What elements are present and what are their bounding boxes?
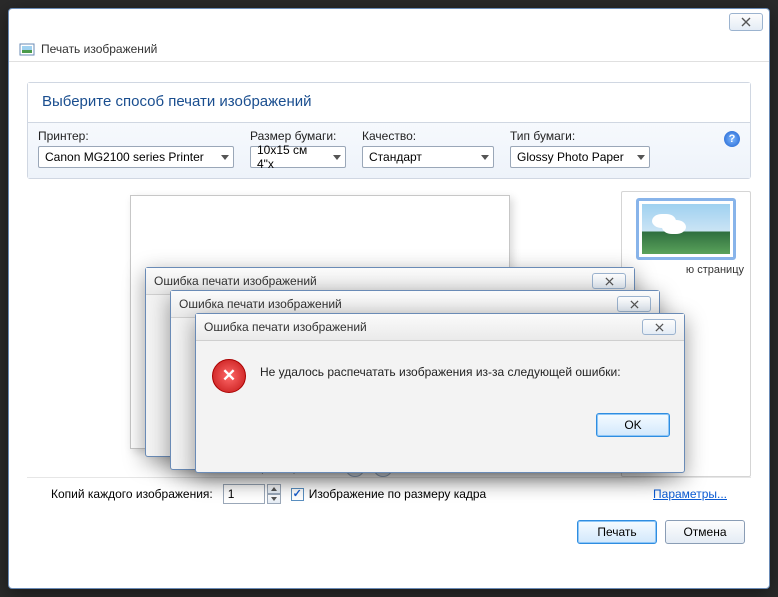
parameters-link[interactable]: Параметры... — [653, 487, 727, 501]
copies-up-button[interactable] — [267, 484, 281, 494]
copies-left: Копий каждого изображения: Изображение п… — [51, 484, 486, 504]
print-button[interactable]: Печать — [577, 520, 657, 544]
fit-frame-checkbox[interactable] — [291, 488, 304, 501]
help-icon[interactable]: ? — [724, 131, 740, 147]
error-dialog-front: Ошибка печати изображений Не удалось рас… — [195, 313, 685, 473]
close-icon — [655, 323, 664, 332]
copies-down-button[interactable] — [267, 494, 281, 504]
error-dialog-titlebar: Ошибка печати изображений — [196, 314, 684, 341]
ok-button-label: OK — [624, 418, 641, 432]
copies-row: Копий каждого изображения: Изображение п… — [27, 477, 751, 510]
error-dialog-ok-button[interactable]: OK — [596, 413, 670, 437]
copies-spin-buttons — [267, 484, 281, 504]
copies-input[interactable] — [223, 484, 265, 504]
printer-dropdown[interactable]: Canon MG2100 series Printer — [38, 146, 234, 168]
quality-label: Качество: — [362, 129, 494, 143]
window-header: Печать изображений — [9, 37, 769, 62]
error-dialog-actions: OK — [196, 403, 684, 451]
paper-type-value: Glossy Photo Paper — [517, 150, 624, 164]
cancel-button-label: Отмена — [683, 525, 726, 539]
window-close-button[interactable] — [729, 13, 763, 31]
paper-size-value: 10x15 см 4"x — [257, 143, 327, 171]
error-dialog-title: Ошибка печати изображений — [179, 297, 342, 311]
chevron-down-icon — [481, 155, 489, 160]
close-icon — [630, 300, 639, 309]
printer-label: Принтер: — [38, 129, 234, 143]
paper-size-label: Размер бумаги: — [250, 129, 346, 143]
landscape-photo-icon — [642, 204, 730, 254]
chevron-down-icon — [637, 155, 645, 160]
print-pictures-icon — [19, 41, 35, 57]
chevron-down-icon — [221, 155, 229, 160]
fit-frame-label: Изображение по размеру кадра — [309, 487, 486, 501]
printer-group: Принтер: Canon MG2100 series Printer — [38, 129, 234, 168]
copies-spinner — [223, 484, 281, 504]
fit-frame-group: Изображение по размеру кадра — [291, 487, 486, 501]
close-icon — [605, 277, 614, 286]
paper-type-label: Тип бумаги: — [510, 129, 650, 143]
error-icon — [212, 359, 246, 393]
layout-thumbnail[interactable] — [636, 198, 736, 260]
layout-label: ю страницу — [628, 264, 744, 276]
action-row: Печать Отмена — [9, 510, 769, 544]
window-title: Печать изображений — [41, 42, 157, 56]
cancel-button[interactable]: Отмена — [665, 520, 745, 544]
paper-type-group: Тип бумаги: Glossy Photo Paper — [510, 129, 650, 168]
quality-value: Стандарт — [369, 150, 422, 164]
close-icon — [741, 17, 751, 27]
error-dialog-body: Не удалось распечатать изображения из-за… — [196, 341, 684, 403]
error-dialog-close-button[interactable] — [617, 296, 651, 312]
outer-titlebar — [9, 9, 769, 37]
paper-size-group: Размер бумаги: 10x15 см 4"x — [250, 129, 346, 168]
quality-dropdown[interactable]: Стандарт — [362, 146, 494, 168]
copies-label: Копий каждого изображения: — [51, 487, 213, 501]
paper-type-dropdown[interactable]: Glossy Photo Paper — [510, 146, 650, 168]
print-button-label: Печать — [597, 525, 636, 539]
options-band: Выберите способ печати изображений Принт… — [27, 82, 751, 179]
quality-group: Качество: Стандарт — [362, 129, 494, 168]
chevron-down-icon — [333, 155, 341, 160]
band-heading: Выберите способ печати изображений — [28, 83, 750, 122]
error-dialog-title: Ошибка печати изображений — [204, 320, 367, 334]
options-row: Принтер: Canon MG2100 series Printer Раз… — [28, 122, 750, 178]
error-dialog-message: Не удалось распечатать изображения из-за… — [260, 359, 621, 393]
error-dialog-close-button[interactable] — [592, 273, 626, 289]
page-heading: Выберите способ печати изображений — [42, 93, 736, 110]
printer-value: Canon MG2100 series Printer — [45, 150, 204, 164]
paper-size-dropdown[interactable]: 10x15 см 4"x — [250, 146, 346, 168]
error-dialog-title: Ошибка печати изображений — [154, 274, 317, 288]
error-dialog-close-button[interactable] — [642, 319, 676, 335]
